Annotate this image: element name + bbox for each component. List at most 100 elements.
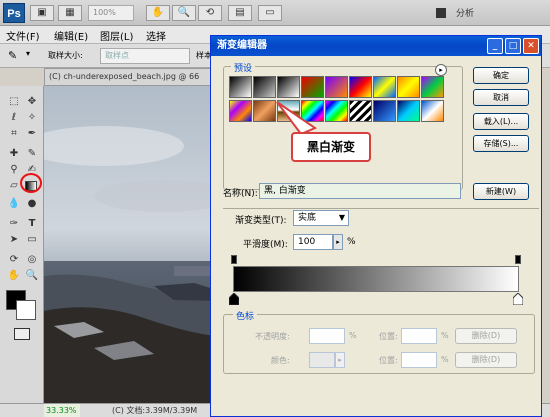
preset-swatch[interactable] xyxy=(349,76,372,98)
preset-swatch[interactable] xyxy=(421,100,444,122)
3d-rotate-tool-icon[interactable]: ⟳ xyxy=(6,252,22,267)
opacity-location-label: 位置: xyxy=(379,332,398,341)
opacity-location-unit: % xyxy=(441,331,449,340)
opacity-stop-right[interactable] xyxy=(515,255,521,264)
preset-swatch[interactable] xyxy=(301,76,324,98)
opacity-unit: % xyxy=(349,331,357,340)
expand-icon[interactable] xyxy=(436,8,446,18)
tool-preset-dropdown-icon[interactable]: ▾ xyxy=(26,49,30,58)
chevron-down-icon: ▼ xyxy=(338,213,345,222)
arrange-documents-icon[interactable]: ▤ xyxy=(228,5,252,21)
preset-swatch[interactable] xyxy=(325,76,348,98)
color-location-input[interactable] xyxy=(401,352,437,368)
analysis-menu[interactable]: 分析 xyxy=(456,6,474,19)
shape-tool-icon[interactable]: ▭ xyxy=(24,232,40,247)
smoothness-slider-button[interactable]: ▸ xyxy=(333,234,343,250)
crop-tool-icon[interactable]: ⌗ xyxy=(6,126,22,141)
zoom-tool-icon[interactable]: 🔍 xyxy=(24,268,40,283)
quick-select-tool-icon[interactable]: ✧ xyxy=(24,110,40,125)
document-canvas[interactable] xyxy=(44,86,220,403)
color-stop-right[interactable] xyxy=(513,293,523,305)
gradient-editor-dialog: 渐变编辑器 _ □ ✕ 预设 ▸ 黑白渐变 确定 取消 载入(L)... 存储(… xyxy=(210,35,542,417)
document-tab[interactable]: (C) ch-underexposed_beach.jpg @ 66 xyxy=(44,68,214,86)
preset-swatches xyxy=(229,76,451,128)
move-tool-icon[interactable]: ✥ xyxy=(24,94,40,109)
opacity-label: 不透明度: xyxy=(255,332,290,341)
eyedropper-tool-icon[interactable]: ✒ xyxy=(24,126,40,141)
opacity-location-input[interactable] xyxy=(401,328,437,344)
ok-button[interactable]: 确定 xyxy=(473,67,529,84)
marquee-tool-icon[interactable]: ⬚ xyxy=(6,94,22,109)
menu-edit[interactable]: 编辑(E) xyxy=(54,28,88,43)
preset-menu-icon[interactable]: ▸ xyxy=(435,64,447,76)
eyedropper-icon[interactable]: ✎ xyxy=(8,49,17,62)
gradient-type-value: 实底 xyxy=(298,213,317,223)
preset-swatch[interactable] xyxy=(421,76,444,98)
toolbox: ⬚ ✥ ℓ ✧ ⌗ ✒ ✚ ✎ ⚲ ✍ ▱ 💧 ● ✑ T ➤ ▭ ⟳ ◎ ✋ … xyxy=(0,86,44,403)
color-location-label: 位置: xyxy=(379,356,398,365)
delete-color-stop-button[interactable]: 删除(D) xyxy=(455,352,517,368)
rotate-view-icon[interactable]: ⟲ xyxy=(198,5,222,21)
hand-tool-icon[interactable]: ✋ xyxy=(6,268,22,283)
opacity-stop-left[interactable] xyxy=(231,255,237,264)
gradient-bar[interactable] xyxy=(233,266,519,292)
smoothness-label: 平滑度(M): xyxy=(243,240,288,250)
mini-bridge-icon[interactable]: ▦ xyxy=(58,5,82,21)
screen-mode-icon[interactable]: ▭ xyxy=(258,5,282,21)
preset-swatch[interactable] xyxy=(229,100,252,122)
zoom-tool-icon[interactable]: 🔍 xyxy=(172,5,196,21)
stops-label: 色标 xyxy=(233,309,258,322)
preset-swatch[interactable] xyxy=(397,100,420,122)
status-document-size: (C) 文档:3.39M/3.39M xyxy=(112,406,198,415)
path-selection-tool-icon[interactable]: ➤ xyxy=(6,232,22,247)
lasso-tool-icon[interactable]: ℓ xyxy=(6,110,22,125)
healing-brush-tool-icon[interactable]: ✚ xyxy=(6,146,22,161)
load-button[interactable]: 载入(L)... xyxy=(473,113,529,130)
presets-label: 预设 xyxy=(231,61,256,74)
gradient-tool-highlight xyxy=(20,173,42,193)
status-zoom[interactable]: 33.33% xyxy=(44,404,80,417)
color-menu-icon[interactable]: ▸ xyxy=(335,352,345,368)
smoothness-input[interactable]: 100 xyxy=(293,234,333,250)
preset-swatch[interactable] xyxy=(277,76,300,98)
blur-tool-icon[interactable]: 💧 xyxy=(6,196,22,211)
stop-color-swatch[interactable] xyxy=(309,352,335,368)
menu-image[interactable]: 图层(L) xyxy=(100,28,133,43)
brush-tool-icon[interactable]: ✎ xyxy=(24,146,40,161)
opacity-input[interactable] xyxy=(309,328,345,344)
preset-swatch[interactable] xyxy=(349,100,372,122)
minimize-button[interactable]: _ xyxy=(487,38,503,54)
save-button[interactable]: 存储(S)... xyxy=(473,135,529,152)
sample-size-label: 取样大小: xyxy=(48,51,83,60)
clone-stamp-tool-icon[interactable]: ⚲ xyxy=(6,162,22,177)
maximize-button[interactable]: □ xyxy=(505,38,521,54)
hand-tool-icon[interactable]: ✋ xyxy=(146,5,170,21)
dodge-tool-icon[interactable]: ● xyxy=(24,196,40,211)
gradient-type-select[interactable]: 实底 ▼ xyxy=(293,210,349,226)
type-tool-icon[interactable]: T xyxy=(24,216,40,231)
3d-orbit-tool-icon[interactable]: ◎ xyxy=(24,252,40,267)
preset-swatch[interactable] xyxy=(373,100,396,122)
photoshop-logo: Ps xyxy=(3,3,25,23)
sample-size-select[interactable]: 取样点 xyxy=(100,48,190,64)
smoothness-unit: % xyxy=(347,237,356,247)
bridge-icon[interactable]: ▣ xyxy=(30,5,54,21)
zoom-level-field[interactable]: 100% xyxy=(88,5,134,21)
pen-tool-icon[interactable]: ✑ xyxy=(6,216,22,231)
gradient-type-label: 渐变类型(T): xyxy=(235,216,287,226)
background-color-swatch[interactable] xyxy=(16,300,36,320)
color-stop-left[interactable] xyxy=(229,293,239,305)
name-field[interactable]: 黑, 白渐变 xyxy=(259,183,461,199)
preset-swatch[interactable] xyxy=(229,76,252,98)
menu-file[interactable]: 文件(F) xyxy=(6,28,40,43)
name-label: 名称(N): xyxy=(223,189,258,199)
preset-swatch[interactable] xyxy=(397,76,420,98)
quick-mask-icon[interactable] xyxy=(14,328,30,340)
new-button[interactable]: 新建(W) xyxy=(473,183,529,200)
cancel-button[interactable]: 取消 xyxy=(473,89,529,106)
preset-swatch[interactable] xyxy=(253,76,276,98)
close-button[interactable]: ✕ xyxy=(523,38,539,54)
menu-layer[interactable]: 选择 xyxy=(146,28,166,43)
preset-swatch[interactable] xyxy=(373,76,396,98)
delete-opacity-stop-button[interactable]: 删除(D) xyxy=(455,328,517,344)
